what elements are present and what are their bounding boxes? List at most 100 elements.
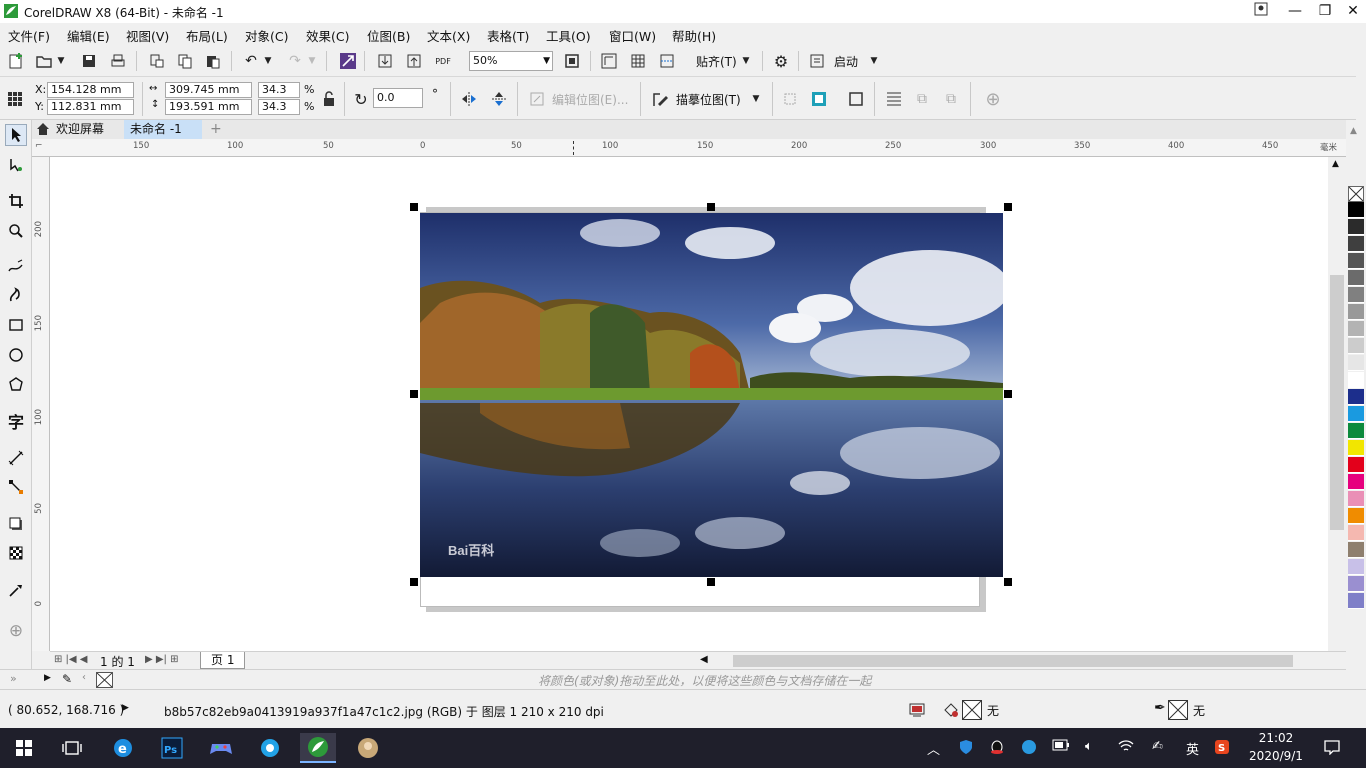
wifi-icon[interactable] <box>1118 739 1134 757</box>
trace-bitmap-label[interactable]: 描摹位图(T) <box>676 91 741 108</box>
clock-time[interactable]: 21:02 <box>1244 731 1308 745</box>
tab-untitled-1[interactable]: 未命名 -1 <box>124 120 202 139</box>
menu-view[interactable]: 视图(V) <box>126 26 169 45</box>
print-icon[interactable] <box>107 50 129 72</box>
show-guidelines-icon[interactable] <box>656 50 678 72</box>
task-view-icon[interactable] <box>54 733 90 763</box>
y-position-input[interactable]: 112.831 mm <box>47 99 134 115</box>
horizontal-ruler[interactable]: ⌐ 150 100 50 0 50 100 150 200 250 300 35… <box>32 139 1346 157</box>
trace-bitmap-dropdown-icon[interactable]: ▼ <box>750 88 762 110</box>
publish-pdf-icon[interactable]: PDF <box>432 50 454 72</box>
parallel-dimension-tool-icon[interactable] <box>5 447 27 469</box>
tab-welcome-screen[interactable]: 欢迎屏幕 <box>50 120 110 139</box>
edit-bitmap-icon[interactable] <box>526 88 548 110</box>
selection-handle-top-right[interactable] <box>1004 203 1012 211</box>
qq-icon[interactable] <box>989 739 1005 759</box>
crop-bitmap-icon[interactable] <box>779 88 801 110</box>
last-page-icon[interactable]: ▶ ▶| ⊞ <box>145 654 179 665</box>
menu-table[interactable]: 表格(T) <box>487 26 529 45</box>
fill-none-swatch[interactable] <box>962 700 982 720</box>
battery-icon[interactable] <box>1052 739 1070 755</box>
clock-date[interactable]: 2020/9/1 <box>1244 749 1308 763</box>
ungroup-icon[interactable]: ⧉ <box>940 88 962 110</box>
add-icon[interactable]: ⊕ <box>982 88 1004 110</box>
palette-swatch[interactable] <box>1348 474 1364 490</box>
menu-window[interactable]: 窗口(W) <box>609 26 656 45</box>
selection-handle-bottom-center[interactable] <box>707 578 715 586</box>
trace-bitmap-icon[interactable] <box>650 88 672 110</box>
import-icon[interactable] <box>374 50 396 72</box>
palette-swatch[interactable] <box>1348 338 1364 354</box>
selection-handle-middle-left[interactable] <box>410 390 418 398</box>
redo-icon[interactable]: ↷ <box>284 50 306 72</box>
menu-file[interactable]: 文件(F) <box>8 26 50 45</box>
show-rulers-icon[interactable] <box>598 50 620 72</box>
selection-handle-middle-right[interactable] <box>1004 390 1012 398</box>
mirror-vertical-icon[interactable] <box>488 88 510 110</box>
vertical-scrollbar[interactable]: ▲ <box>1328 157 1346 651</box>
snap-to-label[interactable]: 贴齐(T) <box>696 53 737 70</box>
palette-swatch[interactable] <box>1348 542 1364 558</box>
page-tab-1[interactable]: 页 1 <box>200 652 246 669</box>
menu-layout[interactable]: 布局(L) <box>186 26 228 45</box>
height-input[interactable]: 193.591 mm <box>165 99 252 115</box>
launch-dropdown-icon[interactable]: ▼ <box>868 50 880 72</box>
palette-swatch[interactable] <box>1348 576 1364 592</box>
minimize-button[interactable]: — <box>1280 2 1310 20</box>
first-page-icon[interactable]: ⊞ |◀ ◀ <box>54 654 88 665</box>
edit-bitmap-label[interactable]: 编辑位图(E)... <box>552 91 628 108</box>
lock-ratio-icon[interactable] <box>318 88 340 110</box>
export-icon[interactable] <box>403 50 425 72</box>
restore-button[interactable]: ❐ <box>1310 2 1340 20</box>
search-content-icon[interactable] <box>337 50 359 72</box>
internet-explorer-icon[interactable]: e <box>105 733 141 763</box>
paste-icon[interactable] <box>202 50 224 72</box>
no-color-swatch[interactable] <box>1348 186 1364 202</box>
photo-viewer-icon[interactable] <box>350 733 386 763</box>
sogou-input-icon[interactable]: S <box>1214 739 1230 759</box>
scale-width-input[interactable]: 34.3 <box>258 82 300 98</box>
coreldraw-taskbar-icon[interactable] <box>300 733 336 763</box>
transparency-tool-icon[interactable] <box>5 542 27 564</box>
security-shield-icon[interactable] <box>958 739 974 759</box>
palette-swatch[interactable] <box>1348 304 1364 320</box>
undo-icon[interactable]: ↶ <box>240 50 262 72</box>
menu-tools[interactable]: 工具(O) <box>546 26 591 45</box>
polygon-tool-icon[interactable] <box>5 373 27 395</box>
outline-pen-icon[interactable]: ✒ <box>1154 700 1166 716</box>
selection-handle-bottom-right[interactable] <box>1004 578 1012 586</box>
vertical-scroll-thumb[interactable] <box>1330 275 1344 530</box>
doc-no-color-swatch[interactable] <box>96 672 113 688</box>
zoom-level-select[interactable]: 50% ▼ <box>469 51 553 71</box>
palette-swatch[interactable] <box>1348 321 1364 337</box>
text-wrap-icon[interactable] <box>883 88 905 110</box>
palette-swatch[interactable] <box>1348 202 1364 218</box>
game-controller-icon[interactable] <box>203 733 239 763</box>
palette-swatch[interactable] <box>1348 559 1364 575</box>
palette-swatch[interactable] <box>1348 440 1364 456</box>
palette-back-icon[interactable]: ‹ <box>82 672 86 683</box>
palette-swatch[interactable] <box>1348 457 1364 473</box>
freehand-tool-icon[interactable] <box>5 256 27 278</box>
palette-swatch[interactable] <box>1348 219 1364 235</box>
connector-tool-icon[interactable] <box>5 476 27 498</box>
save-icon[interactable] <box>78 50 100 72</box>
notification-center-icon[interactable] <box>1324 739 1340 759</box>
palette-swatch[interactable] <box>1348 423 1364 439</box>
width-input[interactable]: 309.745 mm <box>165 82 252 98</box>
ellipse-tool-icon[interactable] <box>5 344 27 366</box>
placed-bitmap-image[interactable]: Bai百科 <box>420 213 1010 577</box>
eyedropper-icon[interactable]: ✎ <box>62 672 72 686</box>
resample-icon[interactable] <box>808 88 830 110</box>
open-folder-icon[interactable] <box>33 50 55 72</box>
selection-handle-top-left[interactable] <box>410 203 418 211</box>
browser-icon[interactable] <box>252 733 288 763</box>
expand-icon[interactable]: » <box>10 672 17 685</box>
palette-swatch[interactable] <box>1348 389 1364 405</box>
menu-object[interactable]: 对象(C) <box>245 26 288 45</box>
horizontal-scroll-thumb[interactable] <box>733 655 1293 667</box>
palette-swatch[interactable] <box>1348 236 1364 252</box>
selection-handle-top-center[interactable] <box>707 203 715 211</box>
palette-swatch[interactable] <box>1348 508 1364 524</box>
options-gear-icon[interactable]: ⚙ <box>770 50 792 72</box>
